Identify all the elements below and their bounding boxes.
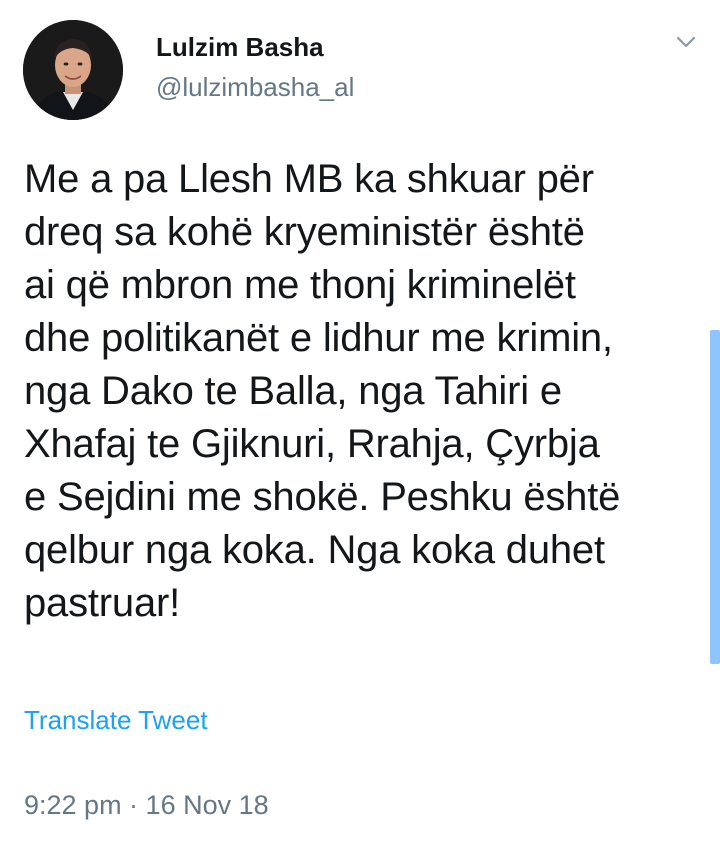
author-display-name[interactable]: Lulzim Basha — [156, 32, 324, 62]
tweet-timestamp[interactable]: 9:22 pm · 16 Nov 18 — [24, 788, 269, 822]
profile-photo — [23, 20, 123, 120]
avatar[interactable] — [23, 20, 123, 120]
author-handle[interactable]: @lulzimbasha_al — [156, 72, 354, 102]
tweet-text: Me a pa Llesh MB ka shkuar për dreq sa k… — [24, 157, 621, 625]
translate-tweet-link[interactable]: Translate Tweet — [24, 704, 208, 736]
scrollbar[interactable] — [710, 330, 720, 664]
chevron-down-icon[interactable] — [674, 30, 698, 54]
